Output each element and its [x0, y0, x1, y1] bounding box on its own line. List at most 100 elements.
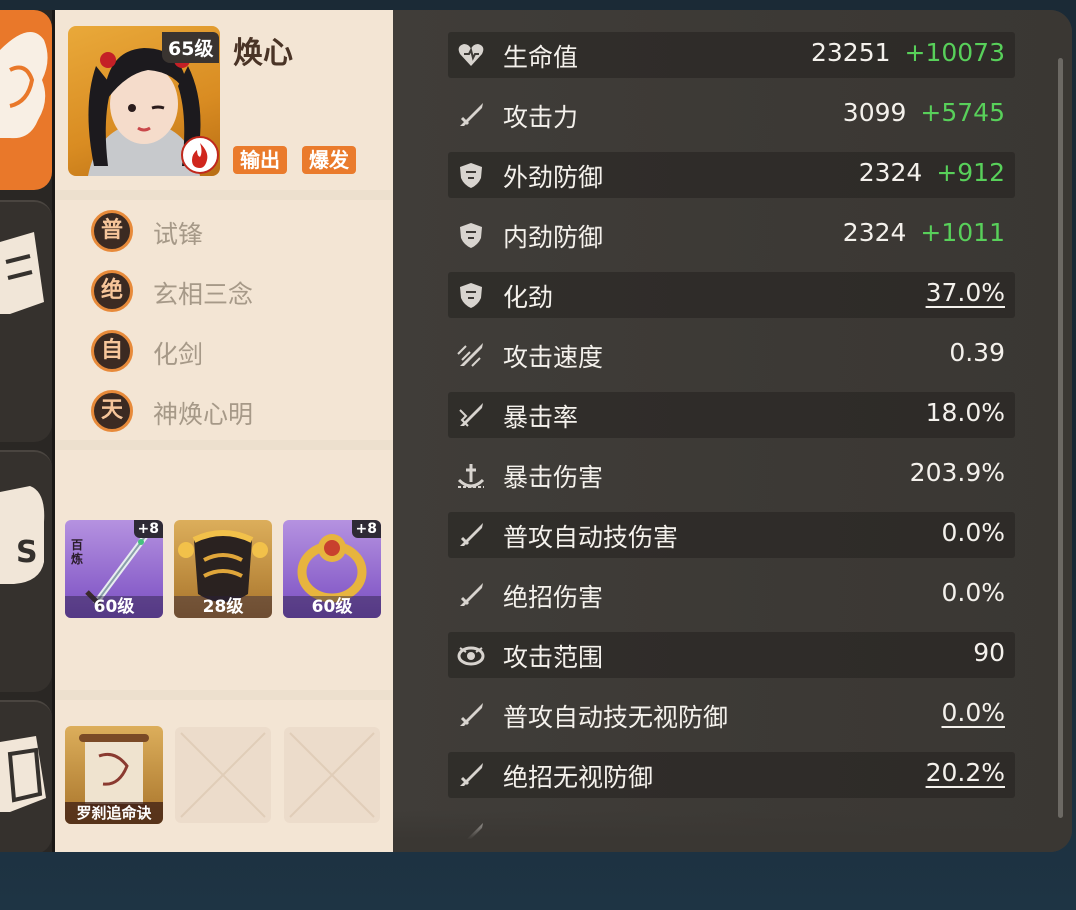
hero-header: 65级 焕心 输出 爆发 — [55, 10, 393, 190]
scrollbar[interactable] — [1058, 58, 1063, 818]
section-divider — [55, 440, 393, 450]
stat-label: 暴击伤害 — [503, 463, 604, 492]
svg-text:S: S — [16, 535, 38, 570]
range-icon — [457, 646, 485, 666]
stat-label: 攻击力 — [503, 103, 579, 132]
manual-icon — [0, 736, 46, 812]
stat-label: 生命值 — [503, 43, 579, 72]
tab-manual[interactable] — [0, 700, 52, 852]
stat-row-external-def: 外劲防御 2324 +912 — [448, 152, 1015, 198]
stat-row-attack-speed: 攻击速度 0.39 — [448, 332, 1015, 378]
character-card: 65级 焕心 输出 爆发 普 试锋 绝 玄相三念 自 化剑 天 神焕心明 百炼 … — [55, 10, 393, 852]
stat-bonus: +5745 — [920, 98, 1005, 127]
empty-slot-icon — [180, 732, 266, 818]
enhance-level: +8 — [133, 520, 163, 538]
tab-character[interactable] — [0, 10, 52, 190]
section-divider — [55, 690, 393, 700]
stat-label: 绝招伤害 — [503, 583, 604, 612]
sword-icon — [460, 103, 483, 126]
stat-row-hp: 生命值 23251 +10073 — [448, 32, 1015, 78]
heart-icon — [458, 44, 484, 66]
stat-value[interactable]: 20.2% — [926, 758, 1005, 787]
manual-slot-empty[interactable] — [284, 727, 380, 823]
stat-label: 攻击速度 — [503, 343, 604, 372]
empty-slot-icon — [289, 732, 375, 818]
stat-label: 化劲 — [503, 283, 554, 312]
stat-row-attack: 攻击力 3099 +5745 — [448, 92, 1015, 138]
item-level: 60级 — [65, 596, 163, 618]
stat-row-internal-def: 内劲防御 2324 +1011 — [448, 212, 1015, 258]
sword-icon — [460, 583, 483, 606]
stat-value: 3099 +5745 — [842, 98, 1005, 127]
equipment-slot-weapon[interactable]: 百炼 +8 60级 — [65, 520, 163, 618]
stat-value: 2324 +912 — [858, 158, 1005, 187]
stats-panel[interactable]: 生命值 23251 +10073 攻击力 3099 +5745 外劲防御 2324 +… — [393, 10, 1072, 852]
skill-badge: 普 — [91, 210, 133, 252]
stat-bonus: +10073 — [904, 38, 1005, 67]
character-panel: S 65级 焕心 输出 爆发 普 试锋 绝 玄相三念 自 化剑 天 神焕心明 百… — [0, 10, 1072, 852]
item-level: 60级 — [283, 596, 381, 618]
shield-icon — [460, 163, 482, 188]
swift-sword-icon — [457, 343, 483, 367]
stat-row-auto-skill-pierce[interactable]: 普攻自动技无视防御 0.0% — [448, 692, 1015, 738]
book-icon — [0, 232, 44, 314]
hero-name: 焕心 — [233, 36, 293, 71]
shield-icon — [460, 223, 482, 248]
skill-name: 神焕心明 — [153, 400, 254, 429]
stat-label: 暴击率 — [503, 403, 579, 432]
stat-value: 18.0% — [925, 398, 1005, 427]
skill-name: 化剑 — [153, 340, 204, 369]
role-tag-output: 输出 — [233, 146, 287, 174]
skill-badge: 天 — [91, 390, 133, 432]
equipment-slot-accessory[interactable]: +8 60级 — [283, 520, 381, 618]
stat-row-crit-rate: 暴击率 18.0% — [448, 392, 1015, 438]
stat-row-ultimate-pierce[interactable]: 绝招无视防御 20.2% — [448, 752, 1015, 798]
sword-icon — [460, 763, 483, 786]
stat-row-deflect[interactable]: 化劲 37.0% — [448, 272, 1015, 318]
tab-strip: S — [0, 10, 55, 852]
stat-row-crit-damage: 暴击伤害 203.9% — [448, 452, 1015, 498]
skill-badge: 自 — [91, 330, 133, 372]
sword-icon — [460, 523, 483, 546]
stat-bonus: +912 — [936, 158, 1005, 187]
character-head-icon — [0, 32, 48, 139]
stat-value: 90 — [973, 638, 1005, 667]
gear-bag-icon: S — [0, 486, 45, 584]
stat-value: 23251 +10073 — [810, 38, 1005, 67]
stat-label: 普攻自动技无视防御 — [503, 703, 729, 732]
stat-row-attack-range: 攻击范围 90 — [448, 632, 1015, 678]
stat-value: 0.39 — [949, 338, 1005, 367]
role-tag-burst: 爆发 — [302, 146, 356, 174]
fire-element-icon — [181, 136, 219, 174]
crit-icon — [459, 403, 483, 427]
skill-badge: 绝 — [91, 270, 133, 312]
stat-value: 203.9% — [909, 458, 1005, 487]
stat-label: 普攻自动技伤害 — [503, 523, 679, 552]
stat-value: 0.0% — [941, 578, 1005, 607]
item-level: 28级 — [174, 596, 272, 618]
stat-label: 攻击范围 — [503, 643, 604, 672]
manual-slot[interactable]: 罗刹追命诀 — [65, 726, 163, 824]
stat-row-auto-skill-dmg: 普攻自动技伤害 0.0% — [448, 512, 1015, 558]
tab-gear[interactable]: S — [0, 450, 52, 692]
stat-label: 内劲防御 — [503, 223, 604, 252]
section-divider — [55, 190, 393, 200]
anchor-icon — [457, 464, 485, 488]
manual-name: 罗刹追命诀 — [65, 802, 163, 824]
skill-list: 普 试锋 绝 玄相三念 自 化剑 天 神焕心明 — [55, 200, 393, 440]
manual-section: 罗刹追命诀 — [55, 700, 393, 852]
stat-bonus: +1011 — [920, 218, 1005, 247]
list-fade — [393, 810, 1072, 852]
hero-level-badge: 65级 — [162, 32, 220, 63]
weapon-inscription: 百炼 — [71, 538, 84, 566]
stat-value[interactable]: 37.0% — [926, 278, 1005, 307]
tab-book[interactable] — [0, 200, 52, 442]
equipment-section: 百炼 +8 60级 28级 +8 60级 — [55, 450, 393, 690]
stat-label: 绝招无视防御 — [503, 763, 654, 792]
stat-value[interactable]: 0.0% — [941, 698, 1005, 727]
shield-icon — [460, 283, 482, 308]
skill-name: 玄相三念 — [153, 280, 254, 309]
equipment-slot-armor[interactable]: 28级 — [174, 520, 272, 618]
manual-slot-empty[interactable] — [175, 727, 271, 823]
stat-label: 外劲防御 — [503, 163, 604, 192]
